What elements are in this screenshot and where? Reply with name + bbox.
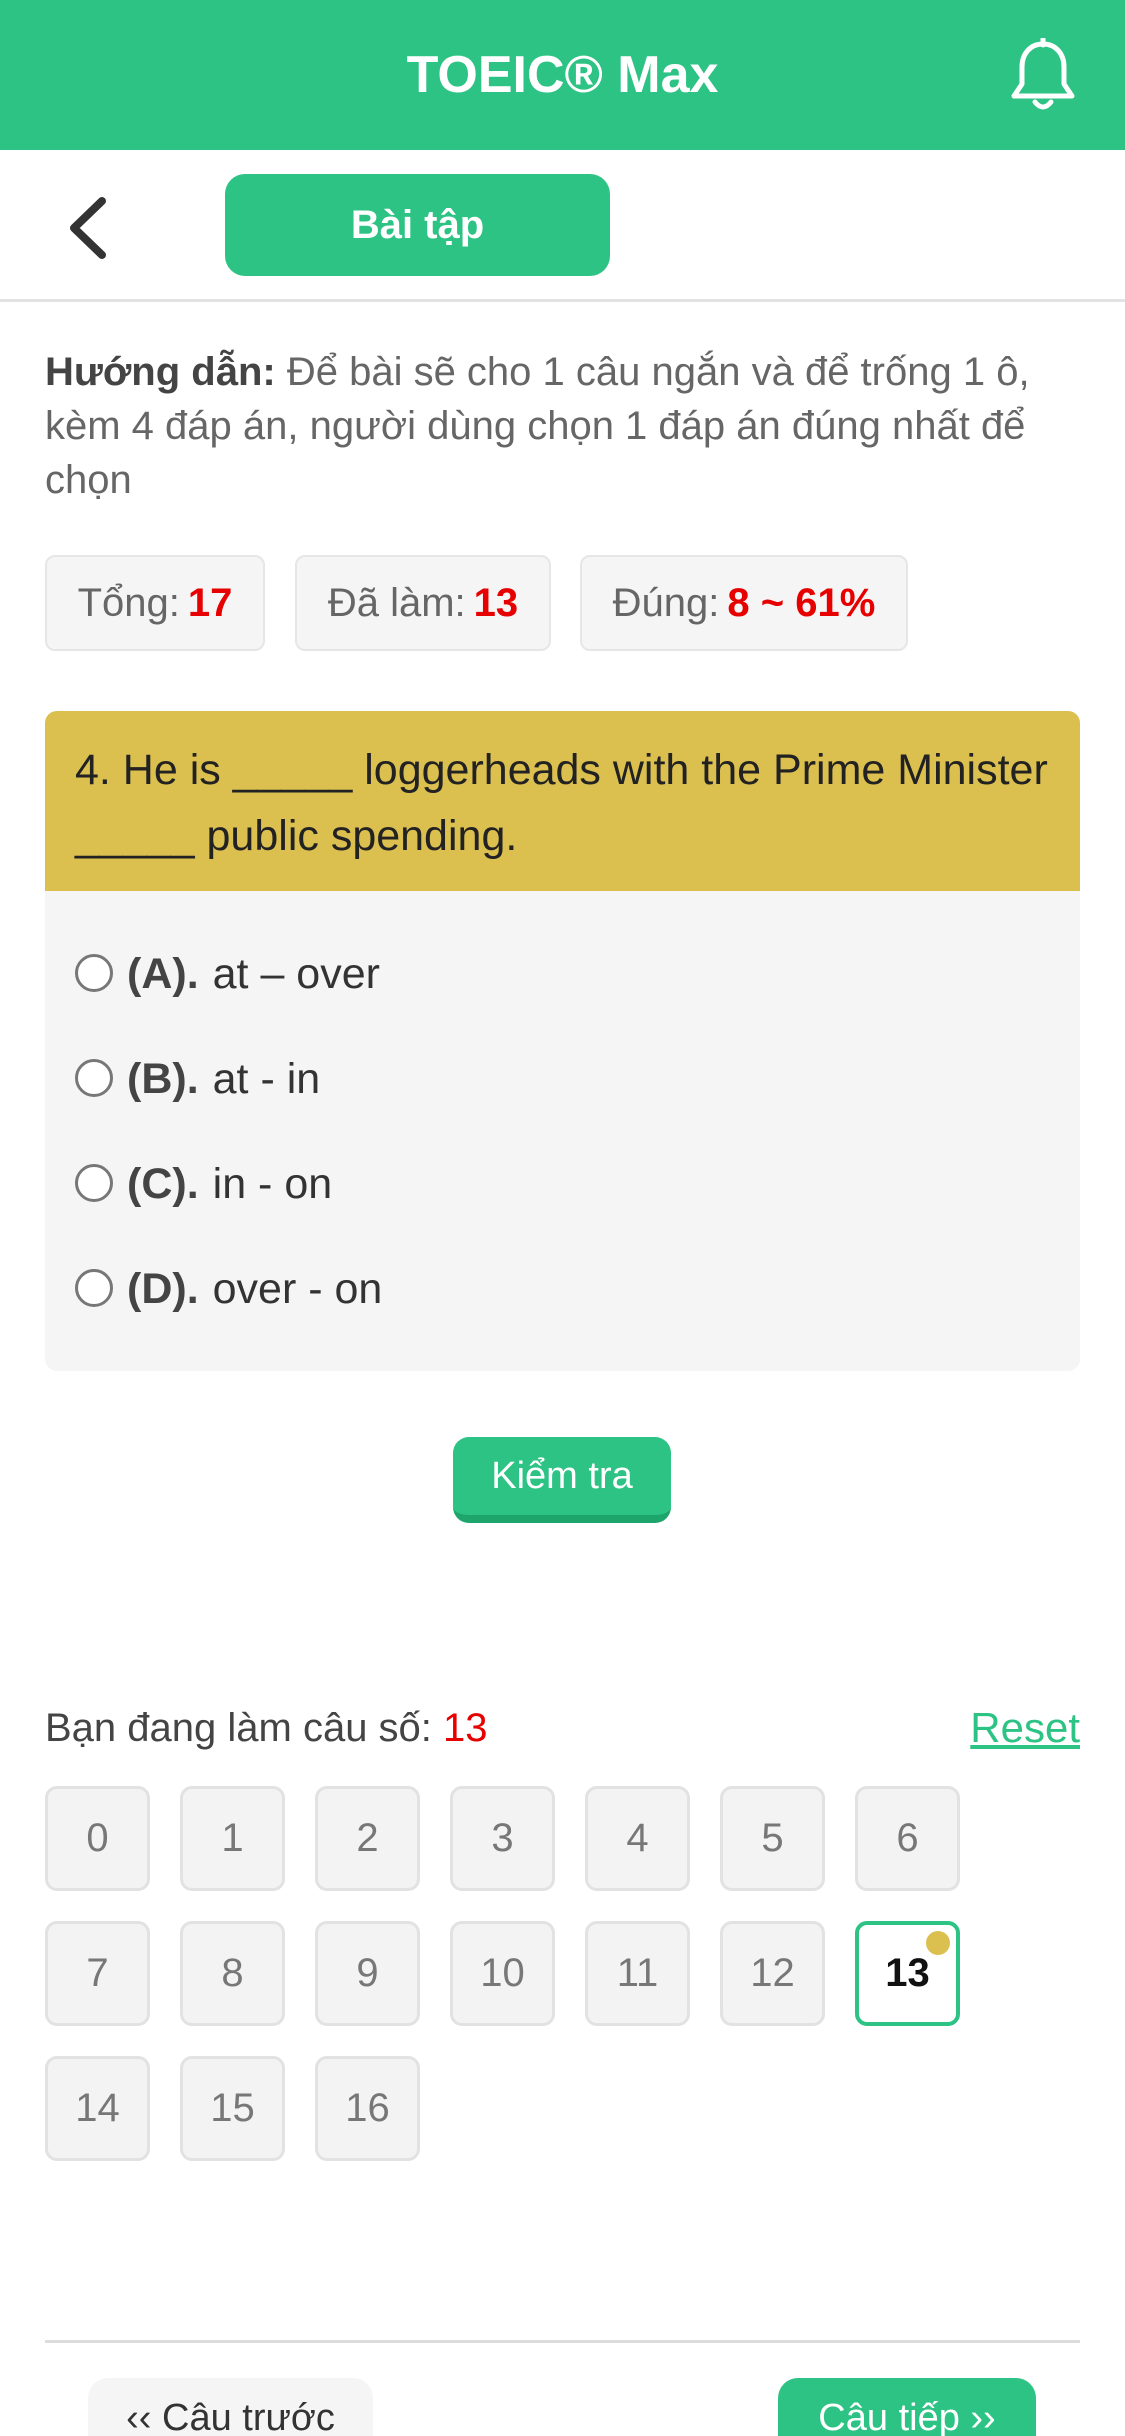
question-number-label: 13 [885, 1951, 930, 1995]
question-number-7[interactable]: 7 [45, 1921, 150, 2026]
question-number-11[interactable]: 11 [585, 1921, 690, 2026]
question-number-14[interactable]: 14 [45, 2056, 150, 2161]
option-c[interactable]: (C). in - on [75, 1154, 332, 1214]
question-number-15[interactable]: 15 [180, 2056, 285, 2161]
stat-correct-value: 8 ~ 61% [727, 581, 876, 625]
stat-total-label: Tổng: [77, 581, 180, 625]
option-key: (A). [127, 950, 199, 998]
next-question-button[interactable]: Câu tiếp ›› [778, 2378, 1036, 2436]
question-number-12[interactable]: 12 [720, 1921, 825, 2026]
chevron-left-icon[interactable] [62, 195, 118, 261]
stat-done: Đã làm: 13 [295, 555, 551, 651]
current-question-number: 13 [443, 1706, 488, 1750]
question-number-2[interactable]: 2 [315, 1786, 420, 1891]
question-number-13-current[interactable]: 13 [855, 1921, 960, 2026]
question-number-10[interactable]: 10 [450, 1921, 555, 2026]
option-a[interactable]: (A). at – over [75, 944, 380, 1004]
question-number-0[interactable]: 0 [45, 1786, 150, 1891]
app-header: TOEIC® Max [0, 0, 1125, 150]
footer-divider [45, 2340, 1080, 2343]
reset-link[interactable]: Reset [970, 1700, 1080, 1756]
question-number-8[interactable]: 8 [180, 1921, 285, 2026]
bell-icon[interactable] [1008, 38, 1078, 112]
radio-icon[interactable] [75, 953, 113, 992]
question-number-5[interactable]: 5 [720, 1786, 825, 1891]
current-question-label: Bạn đang làm câu số: [45, 1706, 432, 1750]
status-dot [926, 1931, 950, 1955]
option-text: in - on [212, 1160, 333, 1208]
previous-question-button[interactable]: ‹‹ Câu trước [88, 2378, 373, 2436]
stat-correct-label: Đúng: [612, 581, 720, 625]
stat-total-value: 17 [187, 581, 233, 625]
question-number-1[interactable]: 1 [180, 1786, 285, 1891]
question-number-9[interactable]: 9 [315, 1921, 420, 2026]
option-key: (B). [127, 1055, 199, 1103]
option-text: at - in [212, 1055, 321, 1103]
app-title: TOEIC® Max [406, 46, 719, 104]
current-question-indicator: Bạn đang làm câu số: 13 [45, 1700, 488, 1756]
question-card: 4. He is _____ loggerheads with the Prim… [45, 711, 1080, 1371]
radio-icon[interactable] [75, 1268, 113, 1307]
sub-header: Bài tập [0, 150, 1125, 302]
check-button[interactable]: Kiểm tra [453, 1437, 671, 1523]
instructions: Hướng dẫn: Để bài sẽ cho 1 câu ngắn và đ… [45, 345, 1080, 507]
question-number-3[interactable]: 3 [450, 1786, 555, 1891]
question-number-16[interactable]: 16 [315, 2056, 420, 2161]
option-text: at – over [212, 950, 380, 998]
option-b[interactable]: (B). at - in [75, 1049, 320, 1109]
option-text: over - on [212, 1265, 383, 1313]
tab-exercises[interactable]: Bài tập [225, 174, 610, 276]
option-d[interactable]: (D). over - on [75, 1259, 382, 1319]
option-key: (C). [127, 1160, 199, 1208]
option-key: (D). [127, 1265, 199, 1313]
radio-icon[interactable] [75, 1163, 113, 1202]
stat-correct: Đúng: 8 ~ 61% [580, 555, 908, 651]
stat-done-value: 13 [473, 581, 519, 625]
question-number-6[interactable]: 6 [855, 1786, 960, 1891]
radio-icon[interactable] [75, 1058, 113, 1097]
instructions-label: Hướng dẫn: [45, 350, 276, 394]
stat-total: Tổng: 17 [45, 555, 265, 651]
stat-done-label: Đã làm: [327, 581, 466, 625]
question-number-4[interactable]: 4 [585, 1786, 690, 1891]
question-text: 4. He is _____ loggerheads with the Prim… [45, 711, 1080, 891]
